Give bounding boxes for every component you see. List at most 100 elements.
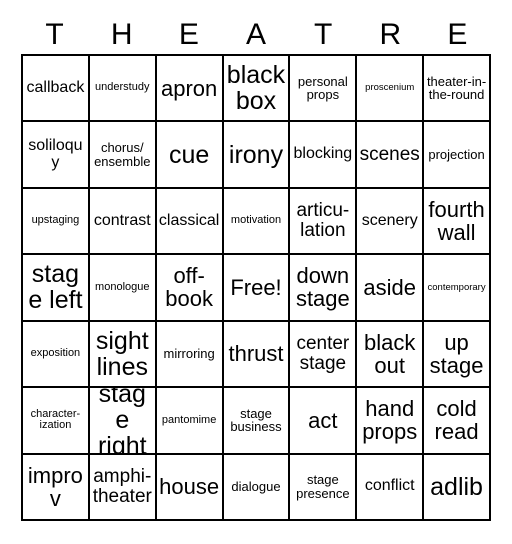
bingo-cell[interactable]: act	[290, 388, 358, 455]
bingo-cell-label: aside	[363, 274, 416, 300]
bingo-cell[interactable]: hand props	[357, 388, 425, 455]
bingo-cell-label: theater-in-the-round	[426, 73, 487, 103]
bingo-cell[interactable]: character-ization	[23, 388, 90, 455]
bingo-cell-label: cue	[168, 140, 210, 169]
bingo-cell[interactable]: stage business	[223, 388, 291, 455]
bingo-cell[interactable]: house	[156, 454, 224, 521]
bingo-cell[interactable]: articu-lation	[290, 188, 358, 256]
bingo-cell-label: conflict	[364, 477, 415, 495]
bingo-cell-label: pantomime	[161, 413, 217, 426]
bingo-cell-label: exposition	[30, 347, 81, 360]
bingo-cell[interactable]: conflict	[357, 454, 425, 521]
bingo-cell[interactable]: thrust	[223, 321, 291, 389]
bingo-cell-label: mirroring	[163, 346, 215, 362]
bingo-cell[interactable]: amphi-theater	[89, 454, 157, 521]
bingo-cell-label: sight lines	[95, 326, 149, 381]
bingo-cell-label: dialogue	[231, 478, 281, 494]
bingo-cell-label: down stage	[295, 263, 350, 312]
bingo-cell[interactable]: cue	[156, 122, 224, 189]
bingo-cell[interactable]: monologue	[89, 255, 157, 322]
bingo-cell-label: irony	[228, 140, 284, 169]
bingo-title-letter-2: E	[178, 18, 199, 51]
bingo-cell-label: upstaging	[31, 214, 80, 227]
bingo-cell-label: Free!	[230, 274, 282, 300]
bingo-cell[interactable]: personal props	[290, 56, 358, 123]
bingo-cell[interactable]: pantomime	[156, 388, 224, 455]
bingo-title-letter-0: T	[45, 18, 64, 51]
bingo-cell-label: personal props	[297, 73, 348, 103]
bingo-title-letter-1: H	[110, 18, 133, 51]
bingo-cell-label: blocking	[293, 145, 353, 163]
bingo-cell-label: scenes	[359, 143, 420, 165]
bingo-cell-label: stage presence	[296, 472, 350, 501]
bingo-card-title: THEATRE	[21, 16, 491, 54]
bingo-cell[interactable]: stage left	[23, 255, 90, 322]
bingo-cell-label: off-book	[165, 263, 213, 312]
bingo-grid: callback understudy apron black box personal…	[21, 54, 491, 521]
bingo-cell-label: black box	[226, 60, 286, 116]
bingo-cell-label: apron	[160, 75, 218, 101]
bingo-cell[interactable]: stage presence	[290, 454, 358, 521]
bingo-cell[interactable]: dialogue	[223, 454, 291, 521]
bingo-cell[interactable]: callback	[23, 56, 90, 123]
bingo-cell[interactable]: chorus/ ensemble	[89, 122, 157, 189]
bingo-cell-label: center stage	[296, 332, 350, 374]
bingo-cell-label: amphi-theater	[92, 465, 152, 507]
bingo-cell-label: black out	[364, 329, 416, 378]
bingo-cell[interactable]: projection	[424, 122, 491, 189]
bingo-cell[interactable]: cold read	[424, 388, 491, 455]
bingo-cell-label: stage left	[28, 260, 83, 315]
bingo-cell-label: stage business	[230, 405, 282, 435]
bingo-cell[interactable]: exposition	[23, 321, 90, 389]
bingo-cell[interactable]: soliloquy	[23, 122, 90, 189]
bingo-cell[interactable]: scenery	[357, 188, 425, 256]
bingo-cell[interactable]: black out	[357, 321, 425, 389]
bingo-title-letter-3: A	[245, 18, 266, 51]
bingo-cell-label: hand props	[362, 396, 418, 445]
bingo-cell[interactable]: proscenium	[357, 56, 425, 123]
bingo-cell[interactable]: apron	[156, 56, 224, 123]
bingo-cell-label: monologue	[95, 280, 150, 293]
bingo-cell-label: proscenium	[365, 82, 415, 94]
bingo-cell[interactable]: irony	[223, 122, 291, 189]
bingo-cell[interactable]: theater-in-the-round	[424, 56, 491, 123]
bingo-cell[interactable]: stage right	[89, 388, 157, 455]
bingo-card: T H E A T R E callback understudy apron black box…	[0, 0, 512, 544]
bingo-cell-label: cold read	[434, 396, 479, 445]
bingo-cell[interactable]: upstaging	[23, 188, 90, 256]
bingo-cell[interactable]: blocking	[290, 122, 358, 189]
bingo-cell[interactable]: up stage	[424, 321, 491, 389]
bingo-cell[interactable]: mirroring	[156, 321, 224, 389]
bingo-cell[interactable]: motivation	[223, 188, 291, 256]
bingo-cell[interactable]: fourth wall	[424, 188, 491, 256]
bingo-cell[interactable]: center stage	[290, 321, 358, 389]
bingo-cell[interactable]: contrast	[89, 188, 157, 256]
bingo-cell-label: act	[308, 407, 338, 433]
bingo-cell[interactable]: classical	[156, 188, 224, 256]
bingo-cell[interactable]: aside	[357, 255, 425, 322]
bingo-cell-label: contrast	[93, 211, 151, 229]
bingo-cell[interactable]: black box	[223, 56, 291, 123]
bingo-cell-label: articu-lation	[296, 200, 350, 242]
bingo-free-space[interactable]: Free!	[223, 255, 291, 322]
bingo-cell[interactable]: sight lines	[89, 321, 157, 389]
bingo-cell-label: up stage	[429, 329, 484, 378]
bingo-cell[interactable]: off-book	[156, 255, 224, 322]
bingo-title-letter-5: R	[379, 18, 402, 51]
bingo-cell-label: scenery	[361, 211, 418, 229]
bingo-cell-label: adlib	[430, 472, 483, 501]
bingo-title-letter-6: E	[447, 18, 468, 51]
bingo-cell-label: house	[159, 474, 220, 500]
bingo-cell-label: character-ization	[30, 407, 81, 432]
bingo-cell[interactable]: understudy	[89, 56, 157, 123]
bingo-cell-label: soliloquy	[28, 136, 83, 171]
bingo-cell[interactable]: adlib	[424, 454, 491, 521]
bingo-cell[interactable]: contemporary	[424, 255, 491, 322]
bingo-cell[interactable]: scenes	[357, 122, 425, 189]
bingo-cell[interactable]: improv	[23, 454, 90, 521]
bingo-cell-label: stage right	[97, 388, 147, 455]
bingo-cell-label: classical	[158, 211, 220, 229]
bingo-title-letter-4: T	[313, 18, 333, 51]
bingo-cell-label: understudy	[95, 81, 150, 94]
bingo-cell[interactable]: down stage	[290, 255, 358, 322]
